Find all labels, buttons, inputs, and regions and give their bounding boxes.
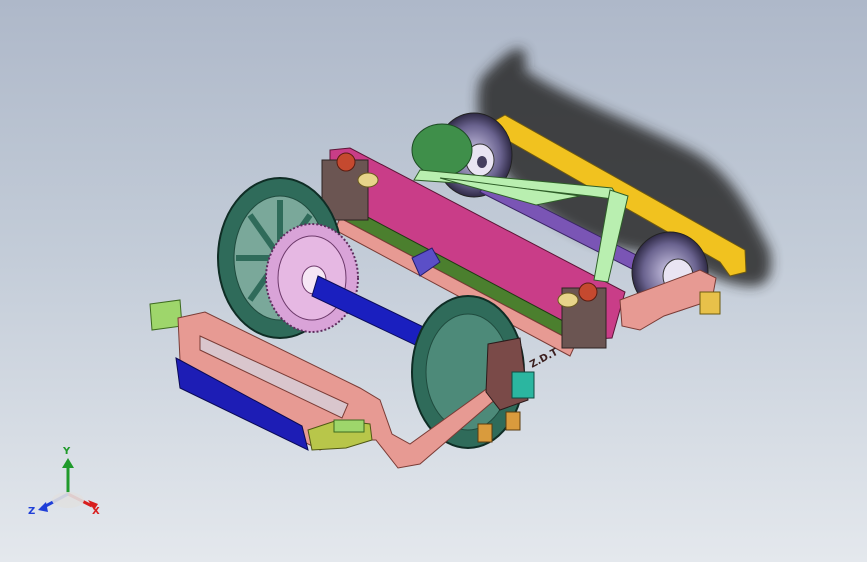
bearing-left [357, 172, 379, 188]
triad-z-label: Z [28, 506, 36, 517]
left-green-block [149, 299, 183, 331]
triad-y-label: Y [63, 446, 71, 457]
spring-bottom-right [505, 411, 521, 431]
spring-top-left [336, 152, 356, 172]
model-viewport[interactable]: Z.D.T [0, 0, 867, 562]
bearing-right [557, 292, 579, 308]
rear-brake-disc [411, 123, 473, 177]
axle-box-cap [511, 371, 535, 399]
spring-top-right [578, 282, 598, 302]
frame-label: Z.D.T [528, 347, 560, 371]
axis-triad: Y X Z [28, 446, 108, 528]
center-green-block [333, 419, 365, 433]
right-yellow-bracket [699, 291, 721, 315]
drive-gear [265, 223, 359, 333]
triad-x-label: X [92, 506, 100, 517]
triad-origin [52, 492, 84, 508]
triad-y-axis [62, 458, 74, 494]
spring-bottom-left [477, 423, 493, 443]
